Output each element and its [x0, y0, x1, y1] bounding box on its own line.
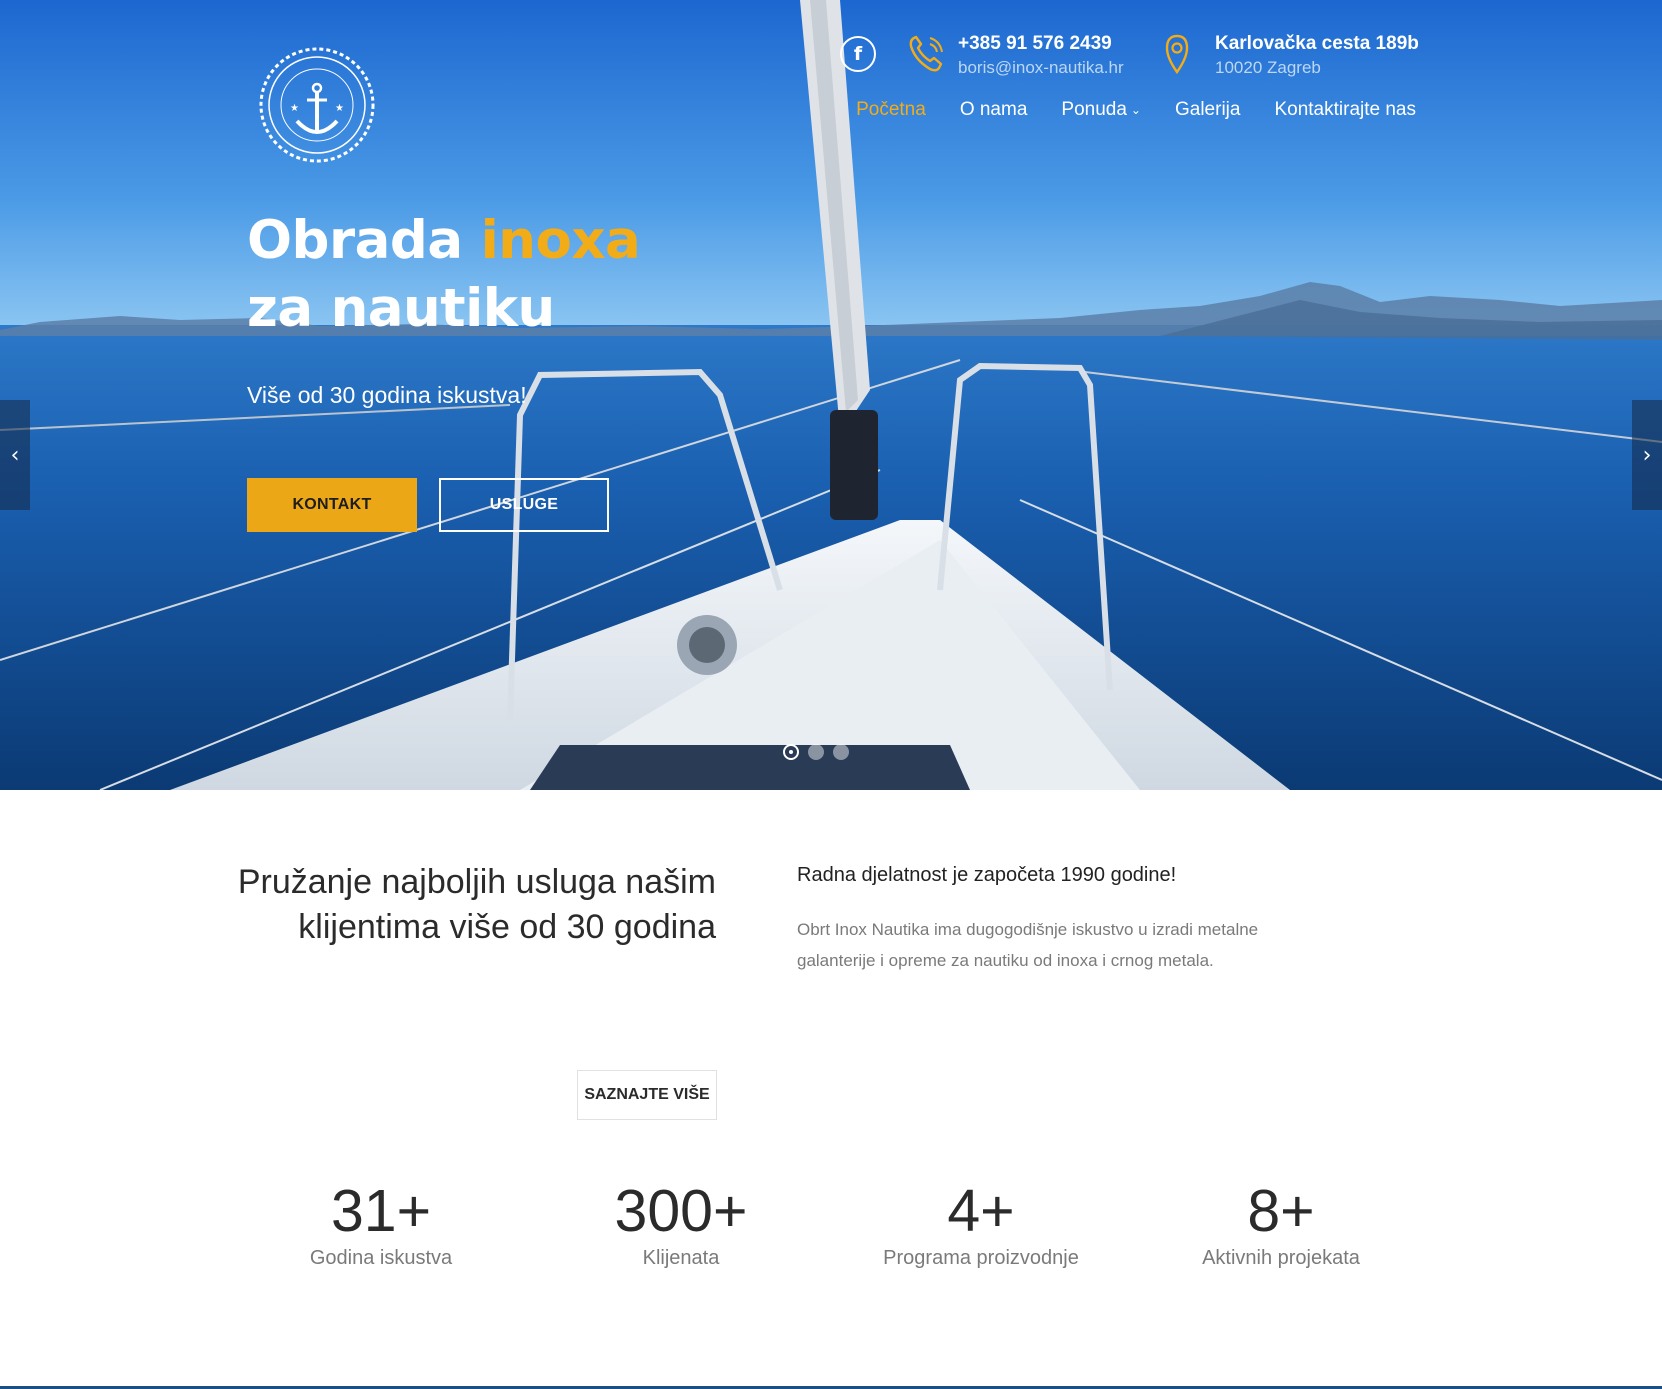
facebook-icon[interactable]: f	[840, 36, 876, 72]
phone-number[interactable]: +385 91 576 2439	[958, 32, 1124, 56]
slider-prev-arrow-icon[interactable]: ‹	[0, 400, 30, 510]
main-nav: Početna O nama Ponuda ⌄ Galerija Kontakti…	[856, 99, 1416, 121]
stat-value: 31+	[330, 1178, 432, 1244]
nav-item-label: Kontaktirajte nas	[1274, 99, 1416, 120]
svg-text:★: ★	[290, 103, 299, 114]
intro-subtitle: Radna djelatnost je započeta 1990 godine…	[797, 864, 1177, 886]
nav-item-kontaktirajte-nas[interactable]: Kontaktirajte nas	[1274, 99, 1416, 121]
stat-value: 4+	[947, 1178, 1015, 1244]
phone-icon	[909, 35, 943, 72]
hero-title-part1: Obrada	[247, 210, 481, 271]
address-city: 10020 Zagreb	[1215, 58, 1321, 77]
nav-item-label: Početna	[856, 99, 926, 120]
anchor-logo-icon[interactable]: ★ ★	[257, 45, 377, 165]
kontakt-button[interactable]: KONTAKT	[247, 478, 417, 532]
stat-label: Godina iskustva	[309, 1247, 453, 1269]
stat-item: 300+ Klijenata	[541, 1177, 821, 1270]
slider-next-arrow-icon[interactable]: ›	[1632, 400, 1662, 510]
stat-item: 8+ Aktivnih projekata	[1141, 1177, 1421, 1270]
nav-item-label: Ponuda	[1061, 99, 1127, 120]
chevron-down-icon: ⌄	[1130, 103, 1141, 117]
stat-value: 8+	[1247, 1178, 1315, 1244]
email-address[interactable]: boris@inox-nautika.hr	[958, 56, 1124, 80]
hero-title-line2: za nautiku	[247, 278, 555, 339]
nav-item-ponuda[interactable]: Ponuda ⌄	[1061, 99, 1141, 121]
stat-item: 31+ Godina iskustva	[241, 1177, 521, 1270]
intro-heading: Pružanje najboljih usluga našim klijenti…	[237, 863, 716, 946]
stat-label: Aktivnih projekata	[1202, 1247, 1360, 1269]
slider-dot[interactable]	[783, 744, 799, 760]
hero-title: Obrada inoxa za nautiku	[247, 207, 641, 343]
stat-value: 300+	[614, 1178, 748, 1244]
address-contact: Karlovačka cesta 189b 10020 Zagreb	[1163, 32, 1419, 80]
hero-slider: ★ ★ f +385 91 576 2439 boris@inox-nautik…	[0, 0, 1662, 790]
nav-item-label: O nama	[959, 99, 1028, 120]
nav-item-pocetna[interactable]: Početna	[856, 99, 926, 121]
usluge-button[interactable]: USLUGE	[439, 478, 609, 532]
slider-dot[interactable]	[833, 744, 849, 760]
stat-label: Klijenata	[642, 1247, 720, 1269]
intro-text: Obrt Inox Nautika ima dugogodišnje iskus…	[797, 920, 1259, 970]
slider-dots	[783, 744, 849, 760]
location-pin-icon	[1165, 34, 1189, 75]
stat-label: Programa proizvodnje	[883, 1247, 1079, 1269]
stat-item: 4+ Programa proizvodnje	[841, 1177, 1121, 1270]
nav-item-galerija[interactable]: Galerija	[1175, 99, 1240, 121]
hero-title-accent: inoxa	[480, 210, 641, 271]
nav-item-o-nama[interactable]: O nama	[960, 99, 1028, 121]
hero-subtitle: Više od 30 godina iskustva!	[247, 382, 527, 408]
address-street: Karlovačka cesta 189b	[1215, 33, 1419, 54]
phone-contact[interactable]: +385 91 576 2439 boris@inox-nautika.hr	[906, 32, 1124, 80]
saznajte-vise-button[interactable]: SAZNAJTE VIŠE	[577, 1070, 717, 1120]
nav-item-label: Galerija	[1174, 99, 1241, 120]
slider-dot[interactable]	[808, 744, 824, 760]
svg-text:★: ★	[335, 103, 344, 114]
